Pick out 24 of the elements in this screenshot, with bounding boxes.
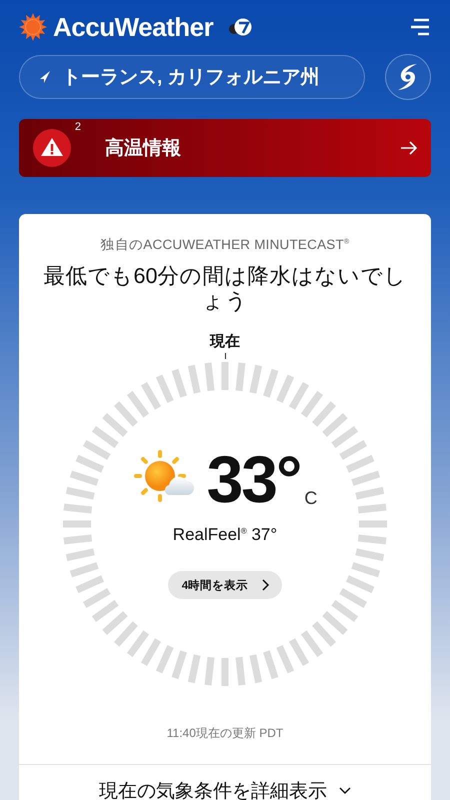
heat-alert-banner[interactable]: 2 高温情報: [19, 119, 431, 177]
sun-logo-icon: [19, 13, 47, 41]
hurricane-icon: [397, 63, 419, 91]
chevron-right-icon: [262, 579, 270, 591]
update-time: 11:40現在の更新 PDT: [166, 725, 284, 742]
channel-logo-icon: [227, 16, 254, 38]
details-toggle[interactable]: 現在の気象条件を詳細表示: [99, 778, 351, 800]
warning-icon: [33, 129, 71, 167]
arrow-right-icon: [401, 141, 417, 155]
location-button[interactable]: トーランス, カリフォルニア州: [19, 55, 365, 99]
now-label: 現在: [210, 332, 240, 351]
realfeel-temperature: RealFeel$^{®}$ 37°: [172, 525, 278, 545]
temperature-unit: C: [304, 488, 318, 509]
partly-sunny-icon: [132, 449, 197, 505]
location-arrow-icon: [40, 71, 50, 83]
minutecast-label: 独自のACCUWEATHER MINUTECAST$^{®}$: [100, 236, 350, 254]
menu-icon[interactable]: [411, 18, 431, 36]
show-hours-button[interactable]: 4時間を表示: [168, 571, 282, 599]
precipitation-headline: 最低でも60分の間は降水はないでしょう: [42, 264, 408, 314]
hurricane-button[interactable]: [385, 54, 431, 100]
alert-count: 2: [74, 121, 81, 133]
brand-name[interactable]: AccuWeather: [53, 12, 214, 42]
temperature: 33°: [206, 449, 300, 509]
chevron-down-icon: [339, 787, 351, 795]
